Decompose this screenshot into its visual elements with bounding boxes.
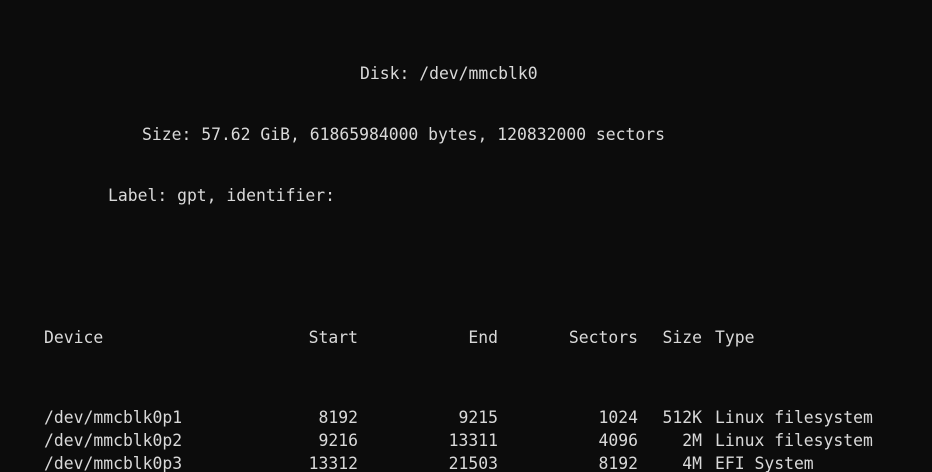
type-cell: EFI System — [715, 454, 814, 472]
type-cell: Linux filesystem — [715, 431, 873, 451]
size-column-header: Size — [662, 327, 702, 347]
disk-size-info: Size: 57.62 GiB, 61865984000 bytes, 1208… — [142, 125, 666, 145]
device-column-header: Device — [44, 327, 104, 347]
table-header-row: Device Start End Sectors Size Type — [0, 326, 932, 349]
device-cell: /dev/mmcblk0p3 — [44, 454, 183, 472]
sectors-cell: 4096 — [598, 431, 638, 451]
device-cell: /dev/mmcblk0p2 — [44, 431, 183, 451]
start-cell: 13312 — [308, 454, 358, 472]
cfdisk-terminal: Disk: /dev/mmcblk0 Size: 57.62 GiB, 6186… — [0, 0, 932, 472]
device-cell: /dev/mmcblk0p1 — [44, 407, 183, 427]
pointer-column — [0, 326, 44, 349]
partition-table: /dev/mmcblk0p1 8192 9215 1024 512K Linux file… — [0, 406, 932, 472]
selection-pointer — [0, 452, 44, 472]
sectors-cell: 8192 — [598, 454, 638, 472]
partition-row[interactable]: /dev/mmcblk0p2 9216 13311 4096 2M Linux files… — [0, 429, 932, 452]
start-cell: 9216 — [318, 431, 358, 451]
sectors-column-header: Sectors — [568, 327, 638, 347]
end-cell: 21503 — [448, 454, 498, 472]
size-cell: 2M — [682, 431, 702, 451]
size-cell: 512K — [662, 407, 702, 427]
disk-title: Disk: /dev/mmcblk0 — [360, 64, 538, 83]
start-cell: 8192 — [318, 407, 358, 427]
end-cell: 13311 — [448, 431, 498, 451]
size-cell: 4M — [682, 454, 702, 472]
partition-row[interactable]: /dev/mmcblk0p3 13312 21503 8192 4M EFI System — [0, 452, 932, 472]
selection-pointer — [0, 429, 44, 452]
partition-row[interactable]: /dev/mmcblk0p1 8192 9215 1024 512K Linux file… — [0, 406, 932, 429]
selection-pointer — [0, 406, 44, 429]
disk-label-info: Label: gpt, identifier: — [108, 186, 335, 206]
start-column-header: Start — [308, 327, 358, 347]
end-column-header: End — [468, 327, 498, 347]
sectors-cell: 1024 — [598, 407, 638, 427]
end-cell: 9215 — [458, 407, 498, 427]
type-cell: Linux filesystem — [715, 407, 873, 427]
type-column-header: Type — [715, 327, 755, 347]
